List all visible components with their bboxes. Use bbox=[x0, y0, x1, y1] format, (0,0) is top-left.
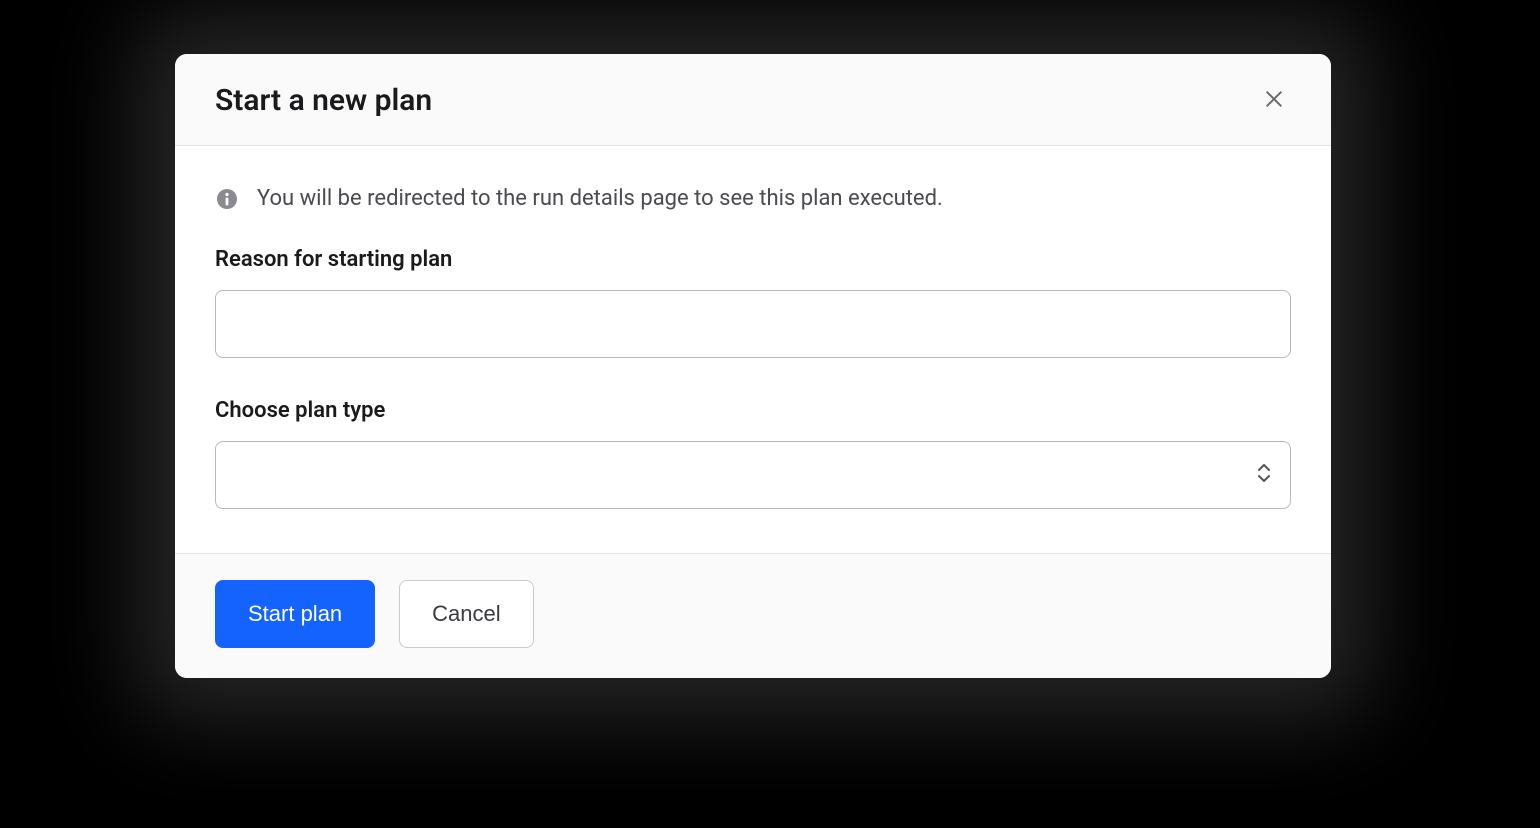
cancel-button[interactable]: Cancel bbox=[399, 580, 533, 648]
start-plan-button[interactable]: Start plan bbox=[215, 580, 375, 648]
modal-header: Start a new plan bbox=[175, 54, 1331, 146]
start-plan-modal: Start a new plan You will be redirected … bbox=[175, 54, 1331, 678]
modal-footer: Start plan Cancel bbox=[175, 553, 1331, 678]
plan-type-select[interactable] bbox=[215, 441, 1291, 509]
close-button[interactable] bbox=[1257, 82, 1291, 119]
modal-title: Start a new plan bbox=[215, 83, 432, 118]
plan-type-field-group: Choose plan type bbox=[215, 398, 1291, 509]
info-icon bbox=[215, 187, 239, 211]
reason-field-group: Reason for starting plan bbox=[215, 247, 1291, 358]
plan-type-label: Choose plan type bbox=[215, 398, 1291, 423]
reason-label: Reason for starting plan bbox=[215, 247, 1291, 272]
info-text: You will be redirected to the run detail… bbox=[257, 186, 943, 211]
info-banner: You will be redirected to the run detail… bbox=[215, 186, 1291, 211]
reason-input[interactable] bbox=[215, 290, 1291, 358]
modal-body: You will be redirected to the run detail… bbox=[175, 146, 1331, 553]
plan-type-select-wrap bbox=[215, 441, 1291, 509]
close-icon bbox=[1263, 88, 1285, 113]
